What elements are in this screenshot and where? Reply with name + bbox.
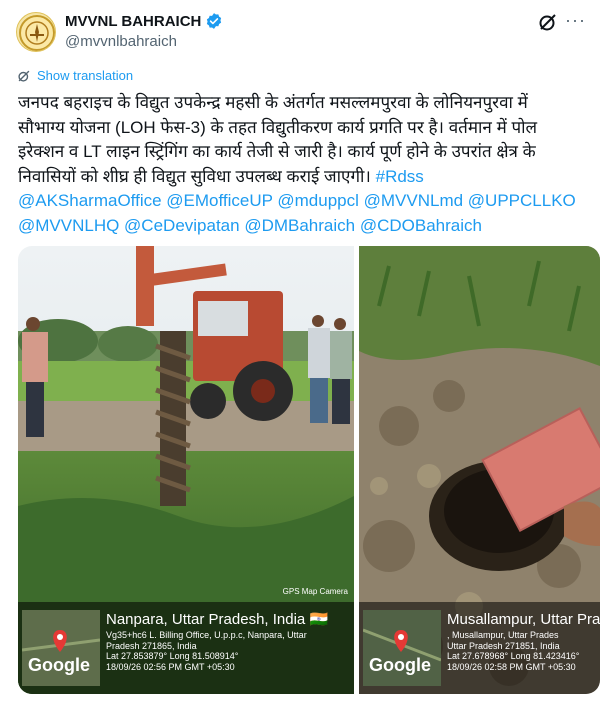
- media-grid: GPS Map Camera Google Nanpara, Uttar Pra…: [18, 246, 600, 694]
- geotag-text: Musallampur, Uttar Prad , Musallampur, U…: [447, 610, 600, 672]
- hashtag-link[interactable]: #Rdss: [376, 167, 424, 186]
- mini-map: Google: [363, 610, 441, 686]
- grok-icon[interactable]: [538, 12, 558, 32]
- emblem-icon: [19, 15, 55, 51]
- account-name-label[interactable]: MVVNL BAHRAICH: [65, 13, 201, 30]
- geotag-coords: Lat 27.678968° Long 81.423416°: [447, 651, 580, 661]
- tweet-line: निवासियों को शीघ्र ही विद्युत सुविधा उपल…: [18, 166, 371, 186]
- translate-icon: [18, 70, 30, 82]
- account-name[interactable]: MVVNL BAHRAICH: [65, 12, 223, 30]
- tweet-line: सौभाग्य योजना (LOH फेस-3) के तहत विद्युत…: [18, 117, 538, 137]
- geotag-title: Nanpara, Uttar Pradesh, India 🇮🇳: [106, 611, 329, 628]
- mini-map: Google: [22, 610, 100, 686]
- google-logo: Google: [28, 655, 90, 675]
- geotag-stamp: Google Musallampur, Uttar Prad , Musalla…: [359, 602, 600, 694]
- tweet-line: जनपद बहराइच के विद्युत उपकेन्द्र महसी के…: [18, 93, 528, 112]
- show-translation-link[interactable]: Show translation: [17, 68, 133, 83]
- tweet-line-last: निवासियों को शीघ्र ही विद्युत सुविधा उपल…: [18, 165, 583, 190]
- geotag-address: Uttar Pradesh 271851, India: [447, 640, 560, 651]
- geotag-address: Pradesh 271865, India: [106, 640, 197, 651]
- mentions-line[interactable]: @AKSharmaOffice @EMofficeUP @mduppcl @MV…: [18, 189, 583, 214]
- geotag-stamp: Google Nanpara, Uttar Pradesh, India 🇮🇳 …: [18, 602, 354, 694]
- geotag-datetime: 18/09/26 02:58 PM GMT +05:30: [447, 661, 576, 672]
- geotag-address: Vg35+hc6 L. Billing Office, U.p.p.c, Nan…: [106, 630, 307, 640]
- photo-pit[interactable]: Google Musallampur, Uttar Prad , Musalla…: [359, 246, 600, 694]
- google-logo: Google: [369, 655, 431, 675]
- geotag-title: Musallampur, Uttar Prad: [447, 611, 600, 628]
- gps-camera-label: GPS Map Camera: [282, 587, 348, 596]
- geotag-address: , Musallampur, Uttar Prades: [447, 630, 559, 640]
- avatar[interactable]: [16, 12, 56, 52]
- account-handle[interactable]: @mvvnlbahraich: [65, 33, 177, 50]
- more-options-icon[interactable]: ···: [565, 10, 586, 31]
- verified-badge-icon: [207, 13, 222, 29]
- tweet-text: जनपद बहराइच के विद्युत उपकेन्द्र महसी के…: [18, 91, 583, 239]
- geotag-text: Nanpara, Uttar Pradesh, India 🇮🇳 Vg35+hc…: [106, 610, 328, 672]
- mentions-line[interactable]: @MVVNLHQ @CeDevipatan @DMBahraich @CDOBa…: [18, 214, 583, 239]
- photo-auger-tractor[interactable]: GPS Map Camera Google Nanpara, Uttar Pra…: [18, 246, 354, 694]
- geotag-coords: Lat 27.853879° Long 81.508914°: [106, 651, 239, 661]
- tweet-line: इरेक्शन व LT लाइन स्ट्रिंगिंग का कार्य त…: [18, 142, 536, 162]
- show-translation-label[interactable]: Show translation: [37, 68, 133, 83]
- geotag-datetime: 18/09/26 02:56 PM GMT +05:30: [106, 661, 235, 672]
